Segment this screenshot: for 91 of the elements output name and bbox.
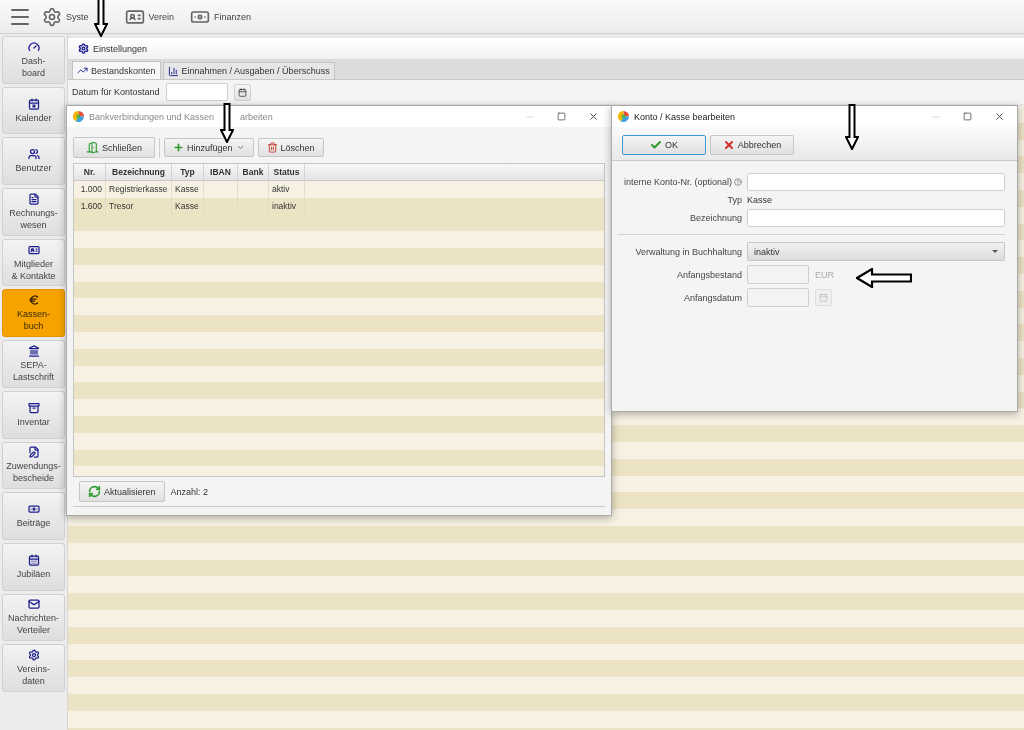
mail-icon — [27, 598, 40, 611]
plus-icon — [173, 142, 184, 153]
banknote-icon — [27, 503, 40, 516]
menu-item[interactable]: Syste — [66, 11, 89, 22]
close-icon[interactable] — [588, 111, 599, 122]
app-logo-icon — [73, 111, 84, 122]
gear-icon — [27, 649, 40, 662]
table-cell: aktiv — [269, 181, 305, 198]
help-icon[interactable] — [734, 178, 742, 186]
down-arrow-icon — [93, 0, 108, 37]
column-header[interactable]: IBAN — [204, 164, 238, 181]
gear-icon — [78, 43, 89, 54]
field-label: Verwaltung in Buchhaltung — [634, 246, 742, 257]
trash-icon — [266, 142, 278, 153]
toolbar-button[interactable]: Schließen — [73, 137, 155, 158]
column-header[interactable]: Bezeichnung — [106, 164, 172, 181]
input-field[interactable] — [747, 173, 1005, 191]
table-cell — [204, 181, 238, 198]
toolbar-button[interactable]: Löschen — [257, 138, 324, 157]
field-value: Kasse — [747, 195, 773, 205]
document-icon — [27, 192, 40, 205]
caret-icon — [992, 250, 998, 253]
field-label: Bezeichnung — [688, 213, 742, 223]
refresh-button[interactable]: Aktualisieren — [79, 481, 165, 502]
sidebar-item[interactable]: Kassen- buch — [2, 289, 65, 338]
field-label: interne Konto-Nr. (optional) — [618, 177, 742, 187]
calendar-icon — [237, 87, 247, 97]
close-icon[interactable] — [994, 111, 1005, 122]
row-count: Anzahl: 2 — [170, 486, 209, 497]
maximize-icon[interactable] — [963, 112, 972, 121]
sidebar-item[interactable]: Mitglieder & Kontakte — [2, 238, 65, 287]
calendar-button[interactable] — [233, 83, 251, 101]
sidebar-item[interactable]: Jubiläen — [2, 542, 65, 591]
calendar-icon — [27, 97, 40, 110]
check-icon — [650, 139, 662, 151]
sidebar-item[interactable]: Nachrichten- Verteiler — [2, 593, 65, 642]
window-title: Konto / Kasse bearbeiten — [634, 111, 736, 122]
menu-item[interactable]: Finanzen — [214, 11, 252, 22]
ok-button[interactable]: OK — [622, 135, 706, 155]
table-cell — [238, 181, 269, 198]
app-logo-icon — [618, 111, 629, 122]
input-field[interactable] — [747, 209, 1005, 227]
sidebar-item[interactable]: Benutzer — [2, 137, 65, 186]
sidebar-item[interactable]: SEPA- Lastschrift — [2, 340, 65, 388]
window-title: arbeiten — [240, 111, 273, 122]
column-header[interactable]: Typ — [172, 164, 204, 181]
calendar-icon — [819, 293, 828, 302]
column-header[interactable]: Bank — [238, 164, 269, 181]
close-icon — [722, 139, 735, 151]
sidebar-item[interactable]: Kalender — [2, 86, 65, 135]
table-cell: 1.000 — [74, 181, 106, 198]
sidebar-item[interactable]: Beiträge — [2, 492, 65, 540]
sidebar-item[interactable]: Zuwendungs- bescheide — [2, 441, 65, 490]
caret-icon — [235, 143, 245, 152]
pen-document-icon — [27, 446, 40, 459]
left-arrow-icon — [856, 268, 912, 288]
refresh-icon — [88, 485, 101, 498]
table-cell: Registrierkasse — [106, 181, 172, 198]
users-icon — [27, 148, 40, 161]
window-title: Bankverbindungen und Kassen — [89, 111, 215, 122]
bar-chart-icon — [167, 65, 179, 77]
gauge-icon — [27, 40, 40, 53]
euro-icon — [27, 294, 40, 307]
sidebar-item[interactable]: Vereins- daten — [2, 644, 65, 692]
toolbar-button[interactable]: Hinzufügen — [164, 138, 254, 157]
line-chart-icon — [77, 65, 88, 76]
tab[interactable]: Bestandskonten — [72, 61, 161, 79]
cancel-button[interactable]: Abbrechen — [710, 135, 794, 155]
column-header[interactable]: Nr. — [74, 164, 106, 181]
archive-box-icon — [27, 401, 40, 414]
date-field[interactable] — [165, 83, 228, 101]
sidebar-item[interactable]: Rechnungs- wesen — [2, 188, 65, 236]
field-label: Anfangsdatum — [682, 292, 742, 303]
sidebar-item[interactable]: Inventar — [2, 390, 65, 439]
column-header[interactable]: Status — [269, 164, 305, 181]
currency-label: EUR — [815, 269, 834, 280]
field-label: Typ — [726, 195, 742, 205]
sidebar-item[interactable]: Dash- board — [2, 36, 65, 84]
door-icon — [86, 141, 99, 154]
maximize-icon[interactable] — [557, 112, 566, 121]
gear-icon[interactable] — [42, 6, 62, 27]
dropdown[interactable]: inaktiv — [747, 242, 1005, 261]
bank-icon — [27, 344, 40, 357]
field-label: Datum für Kontostand — [72, 87, 160, 97]
field-label: Anfangsbestand — [675, 269, 742, 280]
calendar-icon — [27, 553, 40, 566]
id-card-icon — [27, 243, 40, 256]
menu-item[interactable]: Verein — [148, 11, 175, 22]
breadcrumb[interactable]: Einstellungen — [93, 43, 148, 54]
table-cell: Kasse — [172, 181, 204, 198]
tab[interactable]: Einnahmen / Ausgaben / Überschuss — [162, 62, 335, 79]
